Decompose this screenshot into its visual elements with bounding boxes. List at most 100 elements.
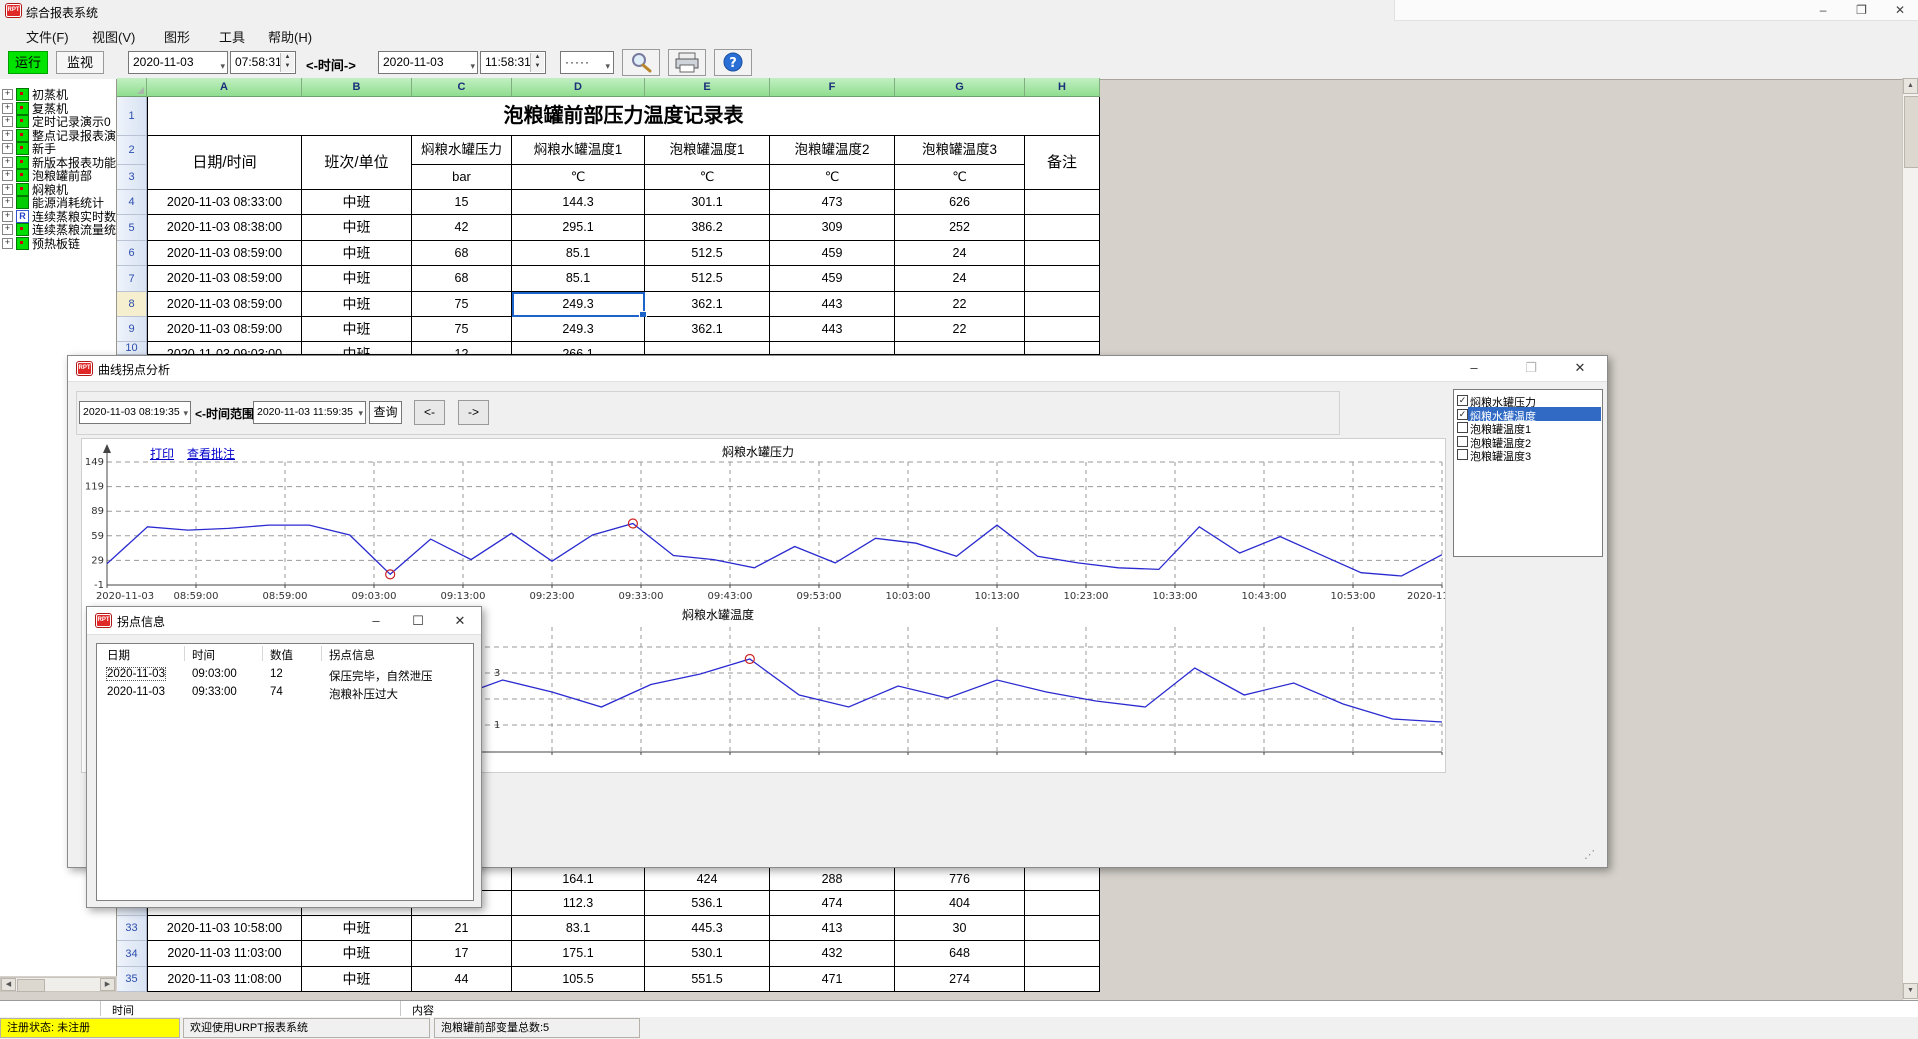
cell-b2-c1[interactable]: 中班 [302,916,412,941]
sidebar-item-10[interactable]: +R连续蒸粮实时数 [2,208,116,221]
popup-cell-info[interactable]: 保压完毕，自然泄压 [329,668,433,684]
cell-r9-c0[interactable]: 2020-11-03 08:59:00 [147,317,302,342]
maximize-button[interactable]: ☐ [399,609,437,633]
expand-plus-icon[interactable]: + [2,103,13,114]
cell-r5-c7[interactable] [1025,215,1100,241]
time-from-spinner[interactable]: 07:58:31 ▲▼ [230,51,296,74]
cell-r7-c4[interactable]: 512.5 [645,266,770,292]
popup-col-header-2[interactable]: 时间 [192,647,215,663]
sheet-vscrollbar[interactable]: ▲ ▼ [1902,78,1918,1000]
cell-r10-c0[interactable]: 2020-11-03 09:03:00 [147,342,302,355]
expand-plus-icon[interactable]: + [2,224,13,235]
cell-b2-c7[interactable] [1025,916,1100,941]
cell-b1-c5[interactable]: 474 [770,891,895,916]
cell-b3-c6[interactable]: 648 [895,941,1025,967]
date-to-combobox[interactable]: 2020-11-03▾ [378,51,478,74]
series-checkbox-row-3[interactable]: 泡粮罐温度1 [1454,420,1602,434]
cell-r4-c7[interactable] [1025,190,1100,215]
cell-b0-c4[interactable]: 424 [645,868,770,891]
expand-plus-icon[interactable]: + [2,130,13,141]
cell-b0-c5[interactable]: 288 [770,868,895,891]
cell-r6-c0[interactable]: 2020-11-03 08:59:00 [147,241,302,266]
cell-r9-c2[interactable]: 75 [412,317,512,342]
cell-b1-c6[interactable]: 404 [895,891,1025,916]
scrollbar-thumb[interactable] [17,979,45,992]
cell-b3-c4[interactable]: 530.1 [645,941,770,967]
cell-r7-c6[interactable]: 24 [895,266,1025,292]
expand-plus-icon[interactable]: + [2,197,13,208]
row-number[interactable]: 35 [117,967,147,992]
prev-button[interactable]: <- [414,400,445,425]
column-header-H[interactable]: H [1025,78,1100,97]
checkbox-unchecked-icon[interactable] [1457,436,1468,447]
cell-b2-c4[interactable]: 445.3 [645,916,770,941]
cell-b4-c2[interactable]: 44 [412,967,512,992]
row-number[interactable]: 1 [117,97,147,136]
menu-item-3[interactable]: 图形 [160,25,194,48]
row-number[interactable]: 2 [117,136,147,165]
cell-b1-c7[interactable] [1025,891,1100,916]
cell-b1-c4[interactable]: 536.1 [645,891,770,916]
cell-r10-c1[interactable]: 中班 [302,342,412,355]
cell-b3-c3[interactable]: 175.1 [512,941,645,967]
cell-r9-c4[interactable]: 362.1 [645,317,770,342]
cell-b3-c2[interactable]: 17 [412,941,512,967]
sidebar-item-1[interactable]: +初蒸机 [2,86,68,99]
column-header-G[interactable]: G [895,78,1025,97]
expand-plus-icon[interactable]: + [2,116,13,127]
cell-b4-c0[interactable]: 2020-11-03 11:08:00 [147,967,302,992]
checkbox-checked-icon[interactable]: ✓ [1457,409,1468,420]
series-checkbox-row-4[interactable]: 泡粮罐温度2 [1454,434,1602,448]
cell-r5-c0[interactable]: 2020-11-03 08:38:00 [147,215,302,241]
row-number[interactable]: 8 [117,292,147,317]
popup-col-header-3[interactable]: 数值 [270,647,293,663]
column-header-C[interactable]: C [412,78,512,97]
chart-time-to-combobox[interactable]: 2020-11-03 11:59:35▾ [253,401,366,424]
popup-cell-date[interactable]: 2020-11-03 [107,686,165,698]
cell-r8-c0[interactable]: 2020-11-03 08:59:00 [147,292,302,317]
popup-cell-date[interactable]: 2020-11-03 [107,668,165,680]
cell-r6-c3[interactable]: 85.1 [512,241,645,266]
cell-b3-c0[interactable]: 2020-11-03 11:03:00 [147,941,302,967]
scrollbar-thumb[interactable] [1904,96,1918,168]
cell-r6-c4[interactable]: 512.5 [645,241,770,266]
cell-r7-c1[interactable]: 中班 [302,266,412,292]
cell-b4-c7[interactable] [1025,967,1100,992]
minimize-button[interactable]: – [357,609,395,633]
cell-r9-c7[interactable] [1025,317,1100,342]
cell-r5-c3[interactable]: 295.1 [512,215,645,241]
cell-r4-c1[interactable]: 中班 [302,190,412,215]
header-3[interactable]: 焖粮水罐温度1 [512,136,645,165]
row-number[interactable]: 34 [117,941,147,967]
cell-b4-c3[interactable]: 105.5 [512,967,645,992]
column-header-A[interactable]: A [147,78,302,97]
next-button[interactable]: -> [458,400,489,425]
query-button[interactable]: 查询 [369,401,402,424]
sidebar-item-6[interactable]: +新版本报表功能 [2,154,116,167]
sidebar-item-12[interactable]: +预热板链 [2,235,80,248]
cell-r6-c1[interactable]: 中班 [302,241,412,266]
cell-r9-c5[interactable]: 443 [770,317,895,342]
date-from-combobox[interactable]: 2020-11-03▾ [128,51,228,74]
cell-r8-c2[interactable]: 75 [412,292,512,317]
cell-r9-c3[interactable]: 249.3 [512,317,645,342]
series-checkbox-row-5[interactable]: 泡粮罐温度3 [1454,447,1602,461]
sidebar-item-7[interactable]: +泡粮罐前部 [2,167,92,180]
minimize-button[interactable]: – [1806,1,1840,19]
cell-r7-c0[interactable]: 2020-11-03 08:59:00 [147,266,302,292]
row-number[interactable]: 33 [117,916,147,941]
cell-b4-c4[interactable]: 551.5 [645,967,770,992]
cell-b2-c5[interactable]: 413 [770,916,895,941]
cell-b3-c5[interactable]: 432 [770,941,895,967]
sidebar-item-2[interactable]: +复蒸机 [2,100,68,113]
spinner-arrows-icon[interactable]: ▲▼ [530,53,544,72]
view-notes-link[interactable]: 查看批注 [187,445,235,462]
cell-r10-c3[interactable]: 266.1 [512,342,645,355]
cell-b4-c1[interactable]: 中班 [302,967,412,992]
popup-col-header-4[interactable]: 拐点信息 [329,647,375,663]
row-number[interactable]: 4 [117,190,147,215]
cell-r8-c1[interactable]: 中班 [302,292,412,317]
cell-b2-c6[interactable]: 30 [895,916,1025,941]
time-to-spinner[interactable]: 11:58:31 ▲▼ [480,51,546,74]
select-all-corner[interactable] [117,78,147,97]
